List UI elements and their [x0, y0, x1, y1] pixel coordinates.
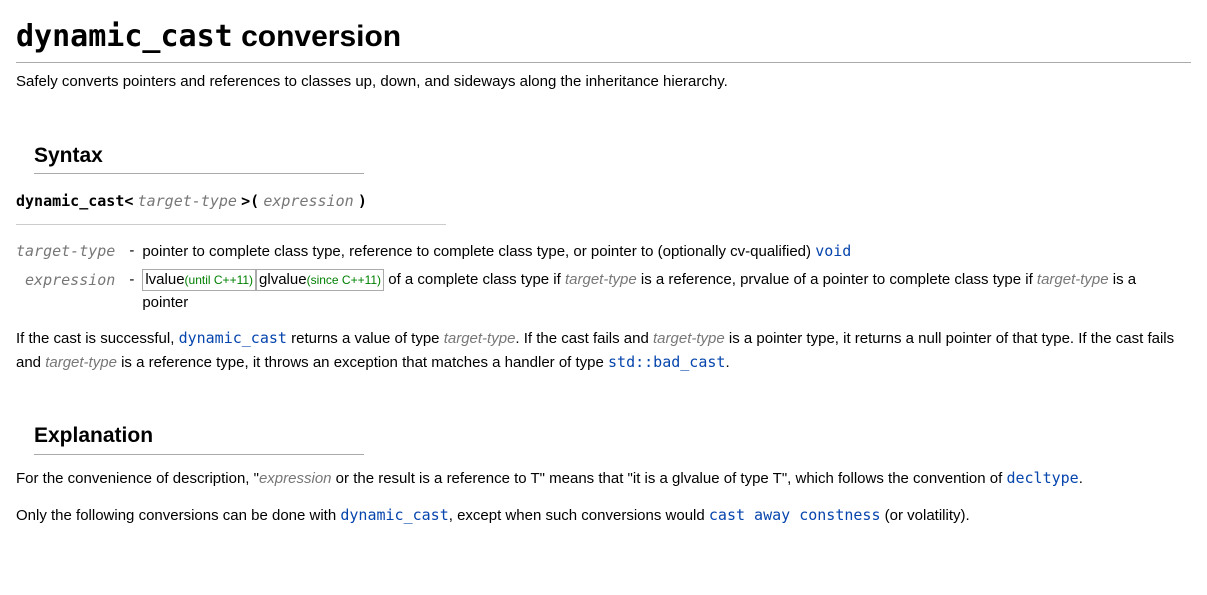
param-row: target-type - pointer to complete class …: [16, 237, 1191, 267]
decltype-link[interactable]: decltype: [1006, 469, 1078, 487]
param-name: target-type: [16, 242, 115, 260]
result-paragraph: If the cast is successful, dynamic_cast …: [16, 327, 1191, 374]
text: (or volatility).: [880, 507, 969, 524]
param-dash: -: [121, 237, 142, 267]
syntax-heading: Syntax: [34, 140, 364, 175]
param-inline-target-type: target-type: [565, 271, 637, 288]
revision-box-until-cpp11: lvalue(until C++11): [142, 269, 256, 291]
text: .: [1079, 470, 1083, 487]
rev-text: lvalue: [145, 271, 184, 288]
title-rest: conversion: [233, 20, 401, 53]
revision-box-since-cpp11: glvalue(since C++11): [256, 269, 384, 291]
param-inline-target-type: target-type: [1037, 271, 1109, 288]
param-desc-text: of a complete class type if: [384, 271, 565, 288]
text: Only the following conversions can be do…: [16, 507, 340, 524]
syntax-param-expression: expression: [263, 192, 353, 210]
syntax-declaration: dynamic_cast< target-type >( expression …: [16, 184, 446, 225]
param-desc-text: is a reference, prvalue of a pointer to …: [637, 271, 1037, 288]
param-row: expression - lvalue(until C++11)glvalue(…: [16, 266, 1191, 317]
param-table: target-type - pointer to complete class …: [16, 237, 1191, 318]
param-desc: pointer to complete class type, referenc…: [142, 237, 1191, 267]
rev-text: glvalue: [259, 271, 307, 288]
dynamic-cast-link[interactable]: dynamic_cast: [340, 506, 448, 524]
explanation-para-2: Only the following conversions can be do…: [16, 504, 1191, 528]
param-inline-target-type: target-type: [45, 354, 117, 371]
rev-mark: (since C++11): [307, 273, 381, 287]
text: or the result is a reference to T" means…: [332, 470, 1007, 487]
text: returns a value of type: [287, 330, 444, 347]
syntax-kw: ): [358, 192, 367, 210]
text: .: [725, 354, 729, 371]
text: For the convenience of description, ": [16, 470, 259, 487]
text: , except when such conversions would: [449, 507, 709, 524]
text: . If the cast fails and: [515, 330, 653, 347]
dynamic-cast-link[interactable]: dynamic_cast: [179, 329, 287, 347]
page-title: dynamic_cast conversion: [16, 14, 1191, 63]
rev-mark: (until C++11): [185, 273, 253, 287]
text: is a reference type, it throws an except…: [117, 354, 608, 371]
param-name: expression: [25, 271, 115, 289]
explanation-heading: Explanation: [34, 420, 364, 455]
bad-cast-link[interactable]: std::bad_cast: [608, 353, 725, 371]
syntax-param-target-type: target-type: [138, 192, 237, 210]
param-inline-expression: expression: [259, 470, 332, 487]
param-desc-text: pointer to complete class type, referenc…: [142, 243, 815, 260]
text: If the cast is successful,: [16, 330, 179, 347]
syntax-kw: dynamic_cast<: [16, 192, 133, 210]
param-dash: -: [121, 266, 142, 317]
syntax-kw: >(: [241, 192, 259, 210]
intro-text: Safely converts pointers and references …: [16, 71, 1191, 94]
param-desc: lvalue(until C++11)glvalue(since C++11) …: [142, 266, 1191, 317]
param-inline-target-type: target-type: [444, 330, 516, 347]
param-inline-target-type: target-type: [653, 330, 725, 347]
explanation-para-1: For the convenience of description, "exp…: [16, 467, 1191, 491]
title-code: dynamic_cast: [16, 19, 233, 54]
cast-away-constness-link[interactable]: cast away constness: [709, 506, 881, 524]
void-link[interactable]: void: [815, 242, 851, 260]
